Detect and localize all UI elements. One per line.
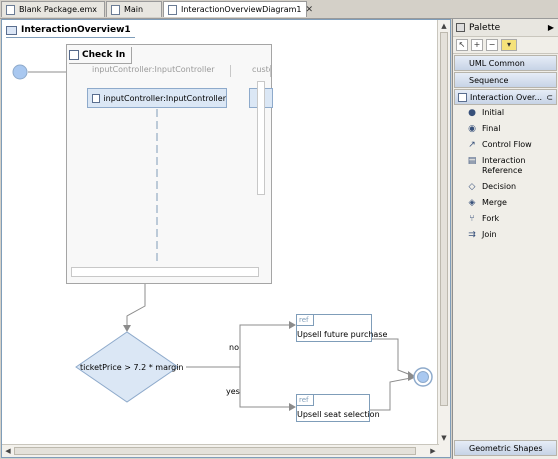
join-icon: ⇉ — [468, 230, 476, 240]
palette-title: Palette — [469, 22, 501, 33]
zoom-in-icon[interactable]: + — [471, 39, 483, 51]
palette-item-label: Decision — [482, 182, 517, 191]
palette-item-merge[interactable]: ◈ Merge — [453, 195, 558, 211]
interaction-frame-check-in[interactable]: Check In inputController:InputController… — [66, 44, 273, 284]
note-tool-icon[interactable]: ▾ — [501, 39, 517, 51]
drawer-pin-icon[interactable]: ⊂ — [546, 93, 553, 102]
interaction-overview-icon — [458, 92, 467, 102]
scroll-up-icon[interactable]: ▲ — [439, 21, 449, 31]
tab-label: Blank Package.emx — [19, 5, 98, 14]
initial-node-icon: ● — [468, 108, 476, 118]
tab-label: Main — [124, 5, 144, 14]
palette-item-label: Fork — [482, 214, 500, 223]
no-branch-label: no — [229, 343, 239, 352]
frame-vertical-scrollbar[interactable] — [257, 81, 265, 195]
drawer-label: Geometric Shapes — [469, 443, 543, 453]
drawer-label: Sequence — [469, 75, 509, 85]
scroll-down-icon[interactable]: ▼ — [439, 433, 449, 443]
ref-label: Upsell future purchase — [297, 330, 388, 339]
close-tab-icon[interactable]: ✕ — [306, 5, 314, 15]
lifeline-line — [156, 109, 158, 265]
drawer-sequence[interactable]: Sequence — [454, 72, 557, 88]
collapse-palette-icon[interactable]: ▶ — [548, 23, 554, 32]
palette-item-label: Initial — [482, 108, 505, 117]
diagram-canvas[interactable]: InteractionOverview1 Check In inputContr… — [1, 19, 451, 458]
select-tool-icon[interactable]: ↖ — [456, 39, 468, 51]
horizontal-scrollbar[interactable]: ◀ ▶ — [2, 444, 439, 457]
palette-item-label: Merge — [482, 198, 507, 207]
palette-item-control-flow[interactable]: ↗ Control Flow — [453, 137, 558, 153]
drawer-geometric-shapes[interactable]: Geometric Shapes — [454, 440, 557, 456]
palette-item-initial[interactable]: ● Initial — [453, 105, 558, 121]
interaction-reference-icon: ▤ — [467, 156, 477, 166]
editor-tab-bar: Blank Package.emx Main InteractionOvervi… — [0, 0, 558, 19]
palette-panel: Palette ▶ ↖ + − ▾ UML Common Sequence In… — [452, 19, 558, 459]
decision-guard-label: ticketPrice > 7.2 * margin — [80, 363, 184, 372]
ref-tag: ref — [297, 395, 314, 406]
palette-icon — [456, 23, 465, 32]
palette-header[interactable]: Palette ▶ — [453, 19, 558, 37]
drawer-label: Interaction Over... — [470, 92, 543, 102]
palette-toolbar: ↖ + − ▾ — [453, 37, 558, 54]
drawer-interaction-overview[interactable]: Interaction Over... ⊂ — [454, 89, 557, 105]
vertical-scrollbar[interactable]: ▲ ▼ — [437, 20, 450, 457]
palette-item-fork[interactable]: ⑂ Fork — [453, 211, 558, 227]
palette-item-label: Join — [482, 230, 497, 239]
tab-label: InteractionOverviewDiagram1 — [181, 5, 302, 14]
ref-tag: ref — [297, 315, 314, 326]
interaction-reference-upsell-future[interactable]: ref Upsell future purchase — [296, 314, 387, 342]
scroll-thumb[interactable] — [14, 447, 416, 455]
initial-node — [12, 64, 28, 80]
final-node-icon: ◉ — [468, 124, 476, 134]
scroll-right-icon[interactable]: ▶ — [428, 446, 438, 456]
drawer-uml-common[interactable]: UML Common — [454, 55, 557, 71]
tab-blank-package[interactable]: Blank Package.emx — [1, 1, 105, 17]
tab-main[interactable]: Main — [106, 1, 162, 17]
tab-interaction-overview-diagram[interactable]: InteractionOverviewDiagram1 ✕ — [163, 1, 313, 17]
merge-icon: ◈ — [468, 198, 476, 208]
zoom-out-icon[interactable]: − — [486, 39, 498, 51]
palette-item-join[interactable]: ⇉ Join — [453, 227, 558, 243]
decision-icon: ◇ — [468, 182, 476, 192]
scroll-left-icon[interactable]: ◀ — [3, 446, 13, 456]
diagram-file-icon — [168, 4, 177, 15]
model-file-icon — [6, 4, 15, 15]
palette-item-label: Interaction Reference — [482, 156, 526, 175]
palette-item-interaction-reference[interactable]: ▤ Interaction Reference — [453, 153, 558, 179]
diagram-file-icon — [111, 4, 120, 15]
drawer-label: UML Common — [469, 58, 525, 68]
scroll-thumb[interactable] — [440, 32, 448, 406]
palette-item-label: Final — [482, 124, 501, 133]
palette-item-label: Control Flow — [482, 140, 532, 149]
yes-branch-label: yes — [226, 387, 240, 396]
palette-item-final[interactable]: ◉ Final — [453, 121, 558, 137]
interaction-reference-upsell-seat[interactable]: ref Upsell seat selection — [296, 394, 380, 422]
fork-icon: ⑂ — [469, 214, 475, 224]
control-flow-icon: ↗ — [468, 140, 476, 150]
palette-item-decision[interactable]: ◇ Decision — [453, 179, 558, 195]
frame-horizontal-scrollbar[interactable] — [71, 267, 259, 277]
palette-bottom: Geometric Shapes — [454, 440, 557, 456]
ref-label: Upsell seat selection — [297, 410, 380, 419]
